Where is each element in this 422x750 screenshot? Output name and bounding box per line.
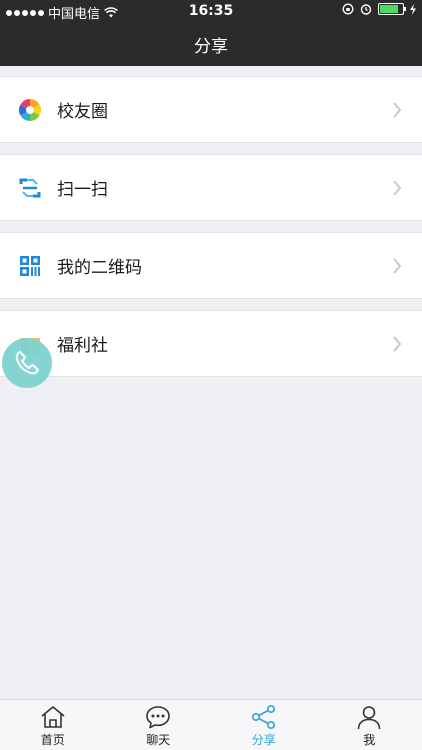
- aperture-icon: [19, 98, 41, 121]
- page-title: 分享: [194, 36, 228, 57]
- tab-label: 聊天: [146, 733, 171, 747]
- menu-item-my-qrcode[interactable]: 我的二维码: [0, 232, 422, 299]
- chevron-right-icon: [393, 257, 402, 274]
- share-icon: [251, 704, 275, 729]
- charging-icon: [410, 3, 416, 15]
- menu-item-scan[interactable]: 扫一扫: [0, 154, 422, 221]
- menu-item-alumni-circle[interactable]: 校友圈: [0, 76, 422, 143]
- chat-icon: [146, 706, 171, 729]
- tab-home[interactable]: 首页: [0, 700, 106, 750]
- chevron-right-icon: [393, 179, 402, 196]
- tab-me[interactable]: 我: [317, 700, 422, 750]
- tab-bar: 首页 聊天 分享 我: [0, 699, 422, 750]
- chevron-right-icon: [393, 335, 402, 352]
- rotation-lock-icon: [342, 3, 354, 15]
- status-right: [342, 3, 416, 15]
- scan-icon: [19, 178, 41, 197]
- menu-item-label: 福利社: [57, 336, 108, 356]
- floating-call-button[interactable]: [2, 338, 52, 388]
- menu-item-label: 我的二维码: [57, 258, 142, 278]
- tab-label: 首页: [40, 733, 65, 747]
- nav-bar: 分享: [0, 22, 422, 66]
- menu-item-label: 扫一扫: [57, 180, 108, 200]
- tab-chat[interactable]: 聊天: [106, 700, 212, 750]
- status-bar: 中国电信 16:35: [0, 0, 422, 22]
- tab-label: 分享: [251, 733, 276, 747]
- tab-share[interactable]: 分享: [211, 700, 317, 750]
- home-icon: [41, 706, 65, 728]
- person-icon: [357, 706, 381, 730]
- tab-label: 我: [363, 733, 376, 747]
- alarm-icon: [360, 4, 372, 15]
- qrcode-icon: [20, 255, 40, 276]
- chevron-right-icon: [393, 101, 402, 118]
- phone-icon: [15, 351, 39, 375]
- menu-item-label: 校友圈: [57, 102, 108, 122]
- battery-icon: [378, 3, 406, 15]
- menu-item-welfare-club[interactable]: 福利社: [0, 310, 422, 377]
